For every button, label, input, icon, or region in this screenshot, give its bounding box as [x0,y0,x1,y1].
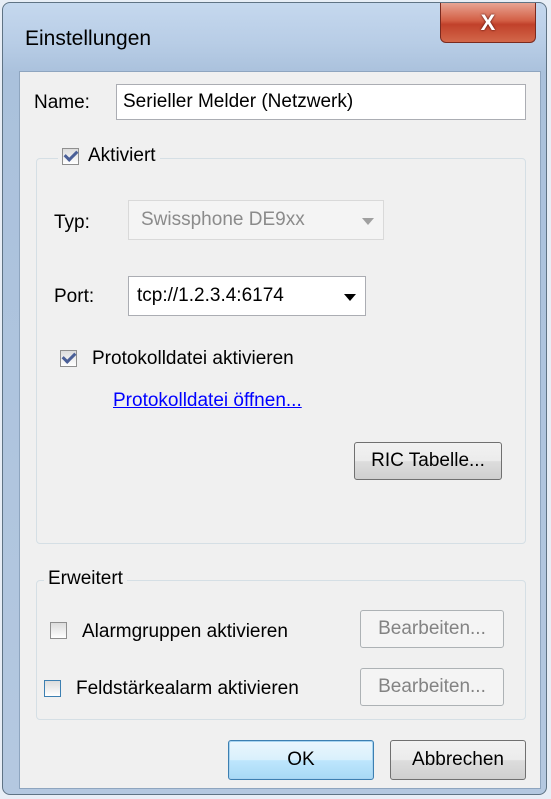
dialog-body: Name: Serieller Melder (Netzwerk) Aktivi… [19,71,541,789]
cancel-button[interactable]: Abbrechen [390,740,526,780]
window-title: Einstellungen [25,27,152,50]
open-logfile-link[interactable]: Protokolldatei öffnen... [113,390,302,412]
alarmgroups-edit-button[interactable]: Bearbeiten... [360,610,504,648]
enabled-checkbox-label: Aktiviert [88,145,156,166]
close-button[interactable]: X [440,3,536,43]
type-label: Typ: [54,212,90,233]
name-input[interactable]: Serieller Melder (Netzwerk) [116,84,526,120]
enabled-checkbox[interactable] [62,147,79,165]
port-combo-value: tcp://1.2.3.4:6174 [137,285,284,306]
logfile-checkbox-label[interactable]: Protokolldatei aktivieren [92,348,294,370]
fieldstrength-checkbox[interactable] [44,680,61,697]
type-select-value: Swissphone DE9xx [141,209,305,230]
logfile-checkbox[interactable] [60,350,77,367]
name-label: Name: [34,92,90,113]
fieldstrength-edit-button[interactable]: Bearbeiten... [360,668,504,706]
alarmgroups-checkbox[interactable] [50,622,67,639]
close-icon: X [480,9,496,35]
alarmgroups-checkbox-label[interactable]: Alarmgruppen aktivieren [82,621,288,643]
fieldstrength-checkbox-label[interactable]: Feldstärkealarm aktivieren [76,678,299,700]
name-input-value: Serieller Melder (Netzwerk) [123,91,354,112]
ok-button[interactable]: OK [228,740,374,780]
port-combo[interactable]: tcp://1.2.3.4:6174 [128,276,366,316]
port-label: Port: [54,286,95,307]
settings-dialog: Einstellungen X Name: Serieller Melder (… [2,2,547,795]
ric-table-button[interactable]: RIC Tabelle... [354,442,502,480]
chevron-down-icon [344,294,356,301]
advanced-group-title: Erweitert [44,568,127,590]
type-select[interactable]: Swissphone DE9xx [128,200,384,240]
chevron-down-icon [362,218,374,225]
enabled-checkbox-row[interactable]: Aktiviert [58,145,160,167]
